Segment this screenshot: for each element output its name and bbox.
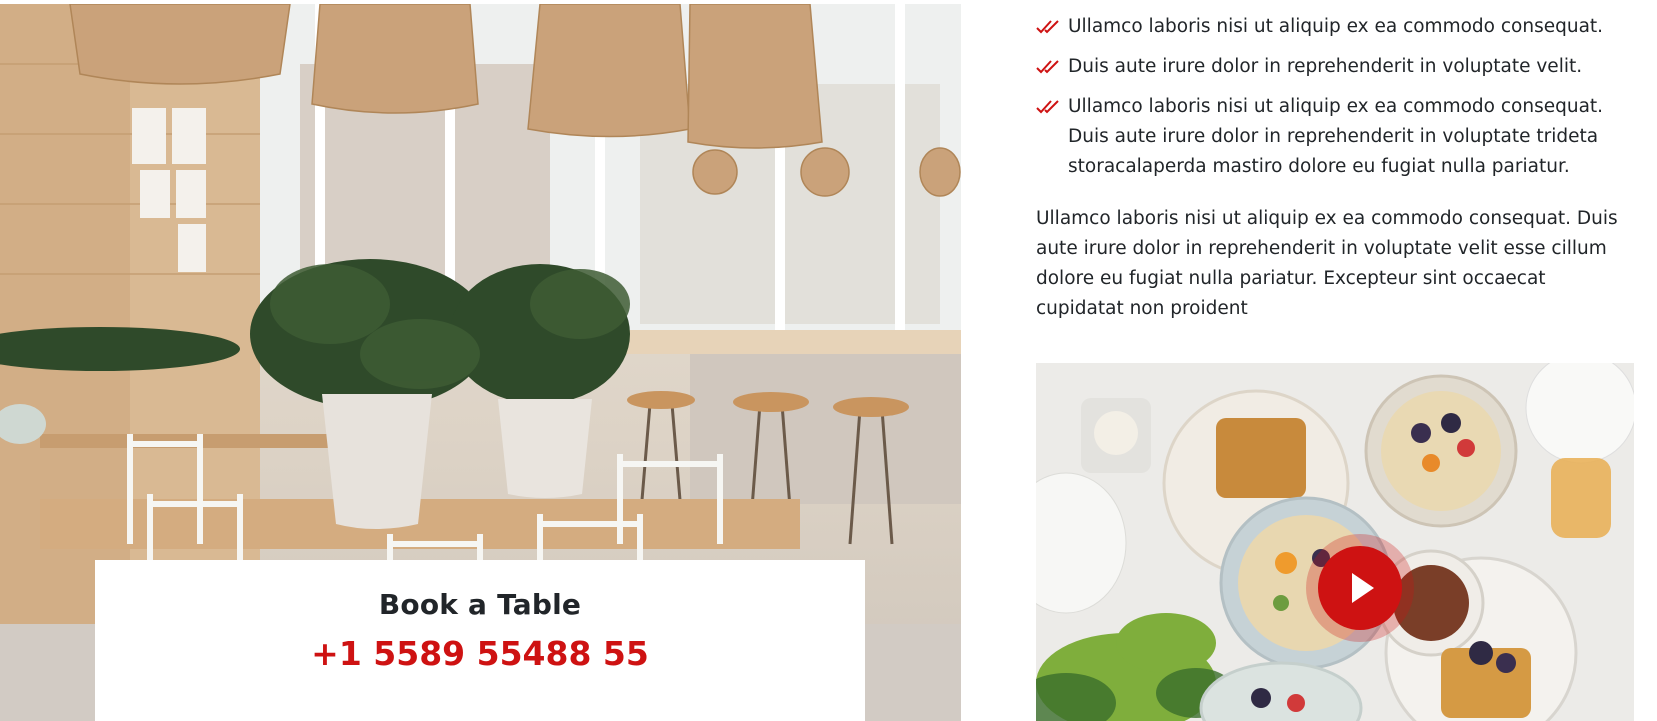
- list-item: Ullamco laboris nisi ut aliquip ex ea co…: [1036, 12, 1636, 42]
- feature-checklist: Ullamco laboris nisi ut aliquip ex ea co…: [1036, 12, 1636, 182]
- list-item-text: Ullamco laboris nisi ut aliquip ex ea co…: [1068, 96, 1604, 177]
- video-thumbnail[interactable]: [1036, 363, 1634, 721]
- breakfast-food-image: [1036, 363, 1634, 721]
- double-check-icon: [1036, 60, 1059, 74]
- list-item: Ullamco laboris nisi ut aliquip ex ea co…: [1036, 92, 1636, 182]
- book-a-table-card: Book a Table +1 5589 55488 55: [95, 560, 865, 721]
- list-item-text: Duis aute irure dolor in reprehenderit i…: [1068, 56, 1583, 77]
- book-table-title: Book a Table: [378, 588, 582, 621]
- double-check-icon: [1036, 20, 1059, 34]
- about-paragraph: Ullamco laboris nisi ut aliquip ex ea co…: [1036, 208, 1618, 319]
- list-item-text: Ullamco laboris nisi ut aliquip ex ea co…: [1068, 16, 1604, 37]
- double-check-icon: [1036, 100, 1059, 114]
- about-content: Ullamco laboris nisi ut aliquip ex ea co…: [1036, 12, 1636, 324]
- restaurant-interior-image: Book a Table +1 5589 55488 55: [0, 4, 961, 721]
- list-item: Duis aute irure dolor in reprehenderit i…: [1036, 52, 1636, 82]
- play-icon: [1352, 573, 1374, 603]
- book-table-phone[interactable]: +1 5589 55488 55: [95, 634, 865, 673]
- play-video-button[interactable]: [1318, 546, 1402, 630]
